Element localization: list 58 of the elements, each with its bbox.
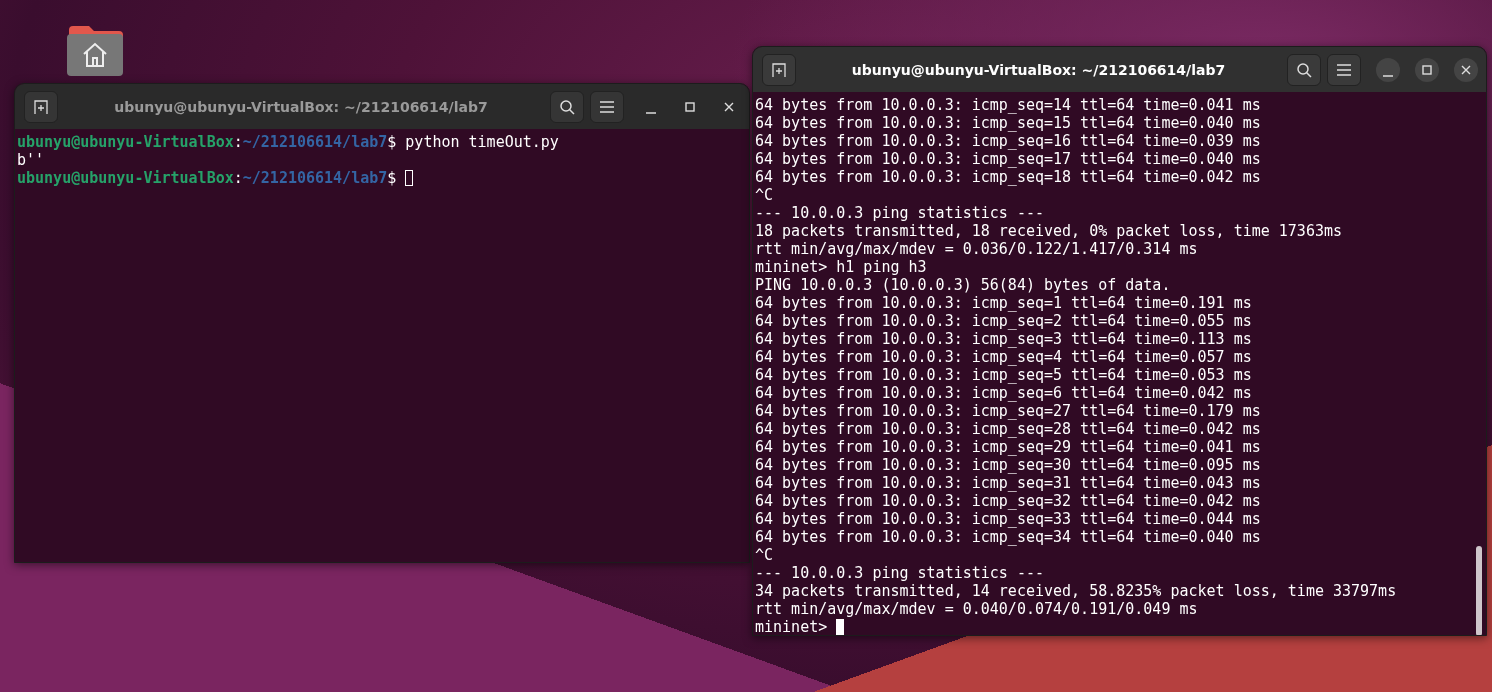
menu-button[interactable] [590, 90, 624, 123]
new-tab-button[interactable] [24, 90, 58, 123]
close-icon [724, 101, 734, 112]
terminal-output-line: b'' [17, 151, 45, 169]
terminal-output-line: 64 bytes from 10.0.0.3: icmp_seq=30 ttl=64 time=0.095 ms [755, 456, 1261, 474]
minimize-icon [1383, 74, 1393, 77]
terminal-output-line: 34 packets transmitted, 14 received, 58.8235% packet loss, time 33797ms [755, 582, 1397, 600]
terminal-output-line: 64 bytes from 10.0.0.3: icmp_seq=28 ttl=64 time=0.042 ms [755, 420, 1261, 438]
new-tab-icon [33, 98, 49, 115]
search-icon [1296, 61, 1312, 78]
terminal-output-line: --- 10.0.0.3 ping statistics --- [755, 564, 1044, 582]
terminal-output-line: --- 10.0.0.3 ping statistics --- [755, 204, 1044, 222]
terminal-output-line: 64 bytes from 10.0.0.3: icmp_seq=1 ttl=64 time=0.191 ms [755, 294, 1252, 312]
terminal-output-line: 64 bytes from 10.0.0.3: icmp_seq=34 ttl=64 time=0.040 ms [755, 528, 1261, 546]
terminal-output-line: PING 10.0.0.3 (10.0.0.3) 56(84) bytes of data. [755, 276, 1171, 294]
window-title: ubunyu@ubunyu-VirtualBox: ~/212106614/lab7 [850, 61, 1227, 78]
terminal-output-line: 64 bytes from 10.0.0.3: icmp_seq=27 ttl=64 time=0.179 ms [755, 402, 1261, 420]
terminal-output-line: 64 bytes from 10.0.0.3: icmp_seq=2 ttl=64 time=0.055 ms [755, 312, 1252, 330]
terminal-output-line: 64 bytes from 10.0.0.3: icmp_seq=16 ttl=64 time=0.039 ms [755, 132, 1261, 150]
terminal-output-line: 64 bytes from 10.0.0.3: icmp_seq=18 ttl=64 time=0.042 ms [755, 168, 1261, 186]
terminal-output-line: ^C [755, 186, 774, 204]
menu-button[interactable] [1327, 53, 1361, 86]
terminal-output-line: 64 bytes from 10.0.0.3: icmp_seq=29 ttl=64 time=0.041 ms [755, 438, 1261, 456]
search-button[interactable] [550, 90, 584, 123]
terminal-output-line: 64 bytes from 10.0.0.3: icmp_seq=17 ttl=64 time=0.040 ms [755, 150, 1261, 168]
maximize-icon [685, 101, 695, 112]
new-tab-icon [771, 61, 787, 78]
terminal-output-line: 64 bytes from 10.0.0.3: icmp_seq=14 ttl=64 time=0.041 ms [755, 96, 1261, 114]
close-icon [1461, 64, 1471, 75]
terminal-output-line: 64 bytes from 10.0.0.3: icmp_seq=15 ttl=64 time=0.040 ms [755, 114, 1261, 132]
maximize-button[interactable] [1415, 57, 1439, 82]
prompt-line: ubunyu@ubunyu-VirtualBox:~/212106614/lab7$ python timeOut.py [17, 133, 559, 151]
terminal-output-line: ^C [755, 546, 774, 564]
menu-icon [600, 100, 614, 113]
terminal-output-line: 64 bytes from 10.0.0.3: icmp_seq=32 ttl=64 time=0.042 ms [755, 492, 1261, 510]
terminal-output-line: mininet> [755, 618, 845, 635]
terminal-output-line: 64 bytes from 10.0.0.3: icmp_seq=6 ttl=64 time=0.042 ms [755, 384, 1252, 402]
terminal-output-line: 64 bytes from 10.0.0.3: icmp_seq=4 ttl=64 time=0.057 ms [755, 348, 1252, 366]
terminal-output-line: 18 packets transmitted, 18 received, 0% packet loss, time 17363ms [755, 222, 1342, 240]
search-icon [559, 98, 575, 115]
window-title: ubunyu@ubunyu-VirtualBox: ~/212106614/lab7 [113, 98, 489, 115]
terminal-output-line: rtt min/avg/max/mdev = 0.040/0.074/0.191/0.049 ms [755, 600, 1198, 618]
search-button[interactable] [1287, 53, 1321, 86]
menu-icon [1337, 63, 1351, 76]
terminal-output-line: 64 bytes from 10.0.0.3: icmp_seq=33 ttl=64 time=0.044 ms [755, 510, 1261, 528]
maximize-icon [1422, 64, 1432, 75]
close-button[interactable] [1454, 57, 1478, 82]
prompt-line: ubunyu@ubunyu-VirtualBox:~/212106614/lab7$ [17, 169, 414, 187]
terminal-output-line: rtt min/avg/max/mdev = 0.036/0.122/1.417/0.314 ms [755, 240, 1198, 258]
terminal-output-line: 64 bytes from 10.0.0.3: icmp_seq=3 ttl=64 time=0.113 ms [755, 330, 1252, 348]
minimize-button[interactable] [1376, 57, 1400, 82]
scrollbar-thumb[interactable] [1476, 546, 1482, 635]
home-folder-icon[interactable] [67, 24, 123, 76]
minimize-icon [646, 111, 656, 114]
terminal-output-line: 64 bytes from 10.0.0.3: icmp_seq=5 ttl=64 time=0.053 ms [755, 366, 1252, 384]
new-tab-button[interactable] [762, 53, 796, 86]
terminal-output-line: 64 bytes from 10.0.0.3: icmp_seq=31 ttl=64 time=0.043 ms [755, 474, 1261, 492]
terminal-output-line: mininet> h1 ping h3 [755, 258, 927, 276]
